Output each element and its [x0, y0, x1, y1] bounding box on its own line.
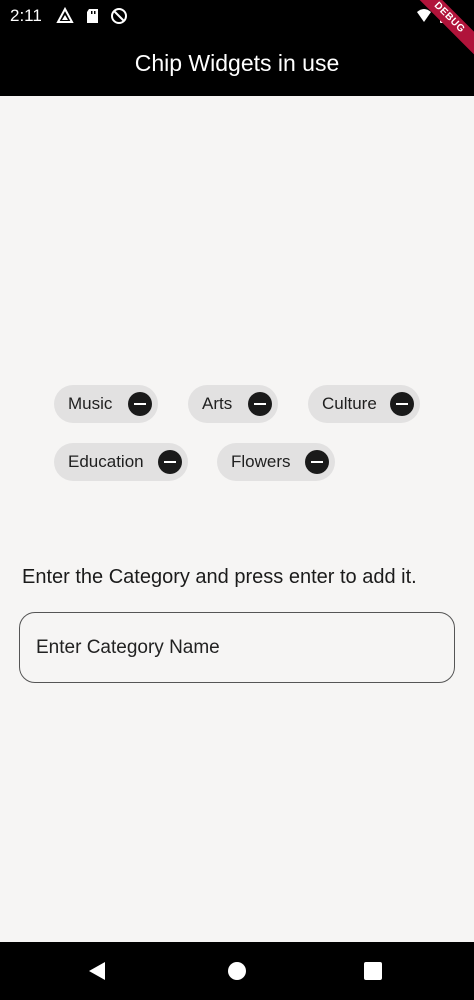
drive-icon — [56, 7, 74, 23]
chip-arts[interactable]: Arts — [188, 385, 278, 423]
home-icon[interactable] — [228, 962, 246, 980]
remove-icon[interactable] — [390, 392, 414, 416]
chip-education[interactable]: Education — [54, 443, 188, 481]
no-disturb-icon — [111, 8, 127, 24]
debug-banner: DEBUG — [404, 0, 474, 63]
chip-culture[interactable]: Culture — [308, 385, 420, 423]
chip-label: Music — [68, 394, 113, 413]
remove-icon[interactable] — [305, 450, 329, 474]
remove-icon[interactable] — [248, 392, 272, 416]
chip-label: Education — [68, 452, 144, 471]
chip-music[interactable]: Music — [54, 385, 158, 423]
back-icon[interactable] — [89, 962, 105, 980]
recents-icon[interactable] — [364, 962, 382, 980]
category-input[interactable] — [34, 613, 438, 683]
sd-card-icon — [87, 9, 98, 23]
chip-label: Arts — [202, 394, 233, 413]
category-field[interactable] — [19, 612, 455, 683]
debug-banner-container: DEBUG — [394, 0, 474, 80]
chip-flowers[interactable]: Flowers — [217, 443, 335, 481]
chip-label: Culture — [322, 394, 377, 413]
remove-icon[interactable] — [158, 450, 182, 474]
status-time: 2:11 — [10, 6, 42, 25]
category-prompt: Enter the Category and press enter to ad… — [22, 566, 417, 588]
chip-label: Flowers — [231, 452, 291, 471]
nav-bar — [0, 942, 474, 1000]
remove-icon[interactable] — [128, 392, 152, 416]
